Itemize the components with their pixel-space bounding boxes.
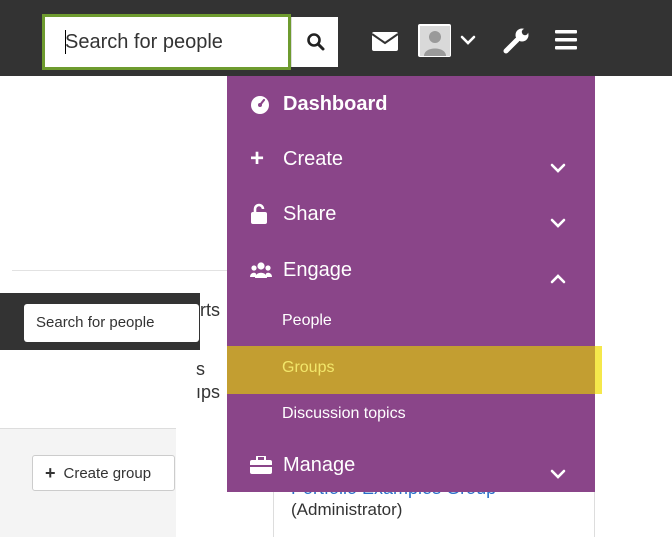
divider [12,270,227,271]
focus-indicator [595,346,602,394]
create-group-label: Create group [63,464,152,482]
menu-item-engage[interactable]: Engage [227,257,595,287]
submenu-item-label: Discussion topics [282,405,406,422]
search-button[interactable] [291,17,338,67]
submenu-item-discussion-topics[interactable]: Discussion topics [227,402,595,426]
menu-item-dashboard[interactable]: Dashboard [227,91,595,121]
dashboard-icon [250,95,270,121]
unlock-icon [250,203,268,231]
user-avatar-icon[interactable] [418,24,451,57]
submenu-item-people[interactable]: People [227,309,595,333]
search-icon [292,17,339,67]
create-group-button[interactable]: + Create group [32,455,175,491]
secondary-search-input[interactable]: Search for people [24,304,199,342]
wrench-icon[interactable] [502,24,532,56]
search-field[interactable] [42,14,291,70]
menu-item-share[interactable]: Share [227,201,595,231]
submenu-item-label: People [282,312,332,329]
menu-item-manage[interactable]: Manage [227,452,595,482]
menu-item-label: Manage [283,454,356,476]
plus-icon: + [45,462,56,483]
hidden-text-fragment: ıps [196,382,221,402]
hamburger-icon[interactable] [553,27,579,53]
top-navbar [0,0,672,76]
hidden-text-fragment: rts [200,300,220,320]
menu-item-label: Dashboard [283,93,388,115]
text-cursor [65,30,66,54]
chevron-up-icon[interactable] [550,267,566,290]
chevron-down-icon[interactable] [550,462,566,485]
menu-item-label: Create [283,148,344,170]
menu-item-create[interactable]: + Create [227,146,595,176]
plus-icon: + [250,145,265,172]
chevron-down-icon[interactable] [458,32,478,48]
hidden-text-fragment: s [196,359,205,379]
submenu-item-label: Groups [282,359,335,376]
group-role: (Administrator) [291,500,403,519]
briefcase-icon [250,455,272,480]
chevron-down-icon[interactable] [550,156,566,179]
menu-item-label: Share [283,203,337,225]
search-input[interactable] [45,17,288,67]
users-icon [250,261,272,285]
envelope-icon[interactable] [370,30,400,52]
submenu-item-groups[interactable]: Groups [227,346,602,394]
chevron-down-icon[interactable] [550,211,566,234]
menu-item-label: Engage [283,259,352,281]
main-menu: Dashboard + Create Share Engage People G… [227,76,602,492]
